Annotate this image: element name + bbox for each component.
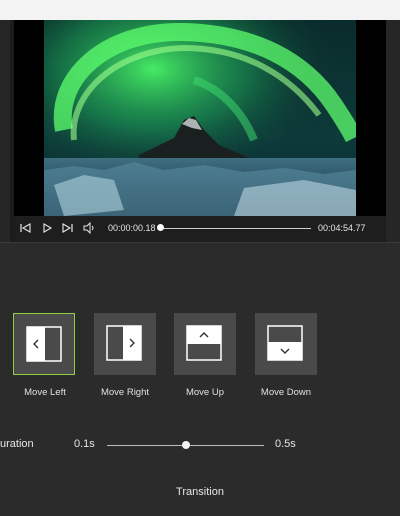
transition-label: Move Up xyxy=(185,387,224,398)
total-time: 00:04:54.77 xyxy=(318,223,366,233)
transition-move-up[interactable] xyxy=(174,313,236,375)
transition-move-down[interactable] xyxy=(255,313,317,375)
transition-label: Move Down xyxy=(260,387,312,398)
section-title: Transition xyxy=(176,486,224,498)
duration-min-label: 0.1s xyxy=(74,438,95,450)
playback-controls: 00:00:00.18 00:04:54.77 xyxy=(14,216,386,242)
transition-label: Move Right xyxy=(100,387,150,398)
skip-back-icon[interactable] xyxy=(18,220,34,236)
duration-slider-thumb[interactable] xyxy=(181,441,190,449)
move-left-icon xyxy=(26,326,62,362)
window-top-bar xyxy=(0,0,400,20)
preview-area: 00:00:00.18 00:04:54.77 xyxy=(0,20,400,242)
video-frame xyxy=(44,20,356,216)
play-icon[interactable] xyxy=(39,220,55,236)
duration-label: uration xyxy=(0,438,34,450)
left-panel-edge xyxy=(0,20,10,242)
right-panel-edge xyxy=(386,20,400,242)
volume-icon[interactable] xyxy=(81,220,97,236)
current-time: 00:00:00.18 xyxy=(108,223,156,233)
seek-bar[interactable] xyxy=(161,228,311,229)
transition-move-right[interactable] xyxy=(94,313,156,375)
video-player[interactable]: 00:00:00.18 00:04:54.77 xyxy=(14,20,386,242)
transition-move-left[interactable] xyxy=(13,313,75,375)
skip-forward-icon[interactable] xyxy=(59,220,75,236)
seek-thumb[interactable] xyxy=(157,224,164,231)
move-down-icon xyxy=(267,325,303,361)
move-right-icon xyxy=(106,325,142,361)
transition-label: Move Left xyxy=(24,387,66,398)
duration-max-label: 0.5s xyxy=(275,438,296,450)
aurora-landscape-image xyxy=(44,20,356,216)
move-up-icon xyxy=(186,325,222,361)
section-divider xyxy=(0,242,400,243)
